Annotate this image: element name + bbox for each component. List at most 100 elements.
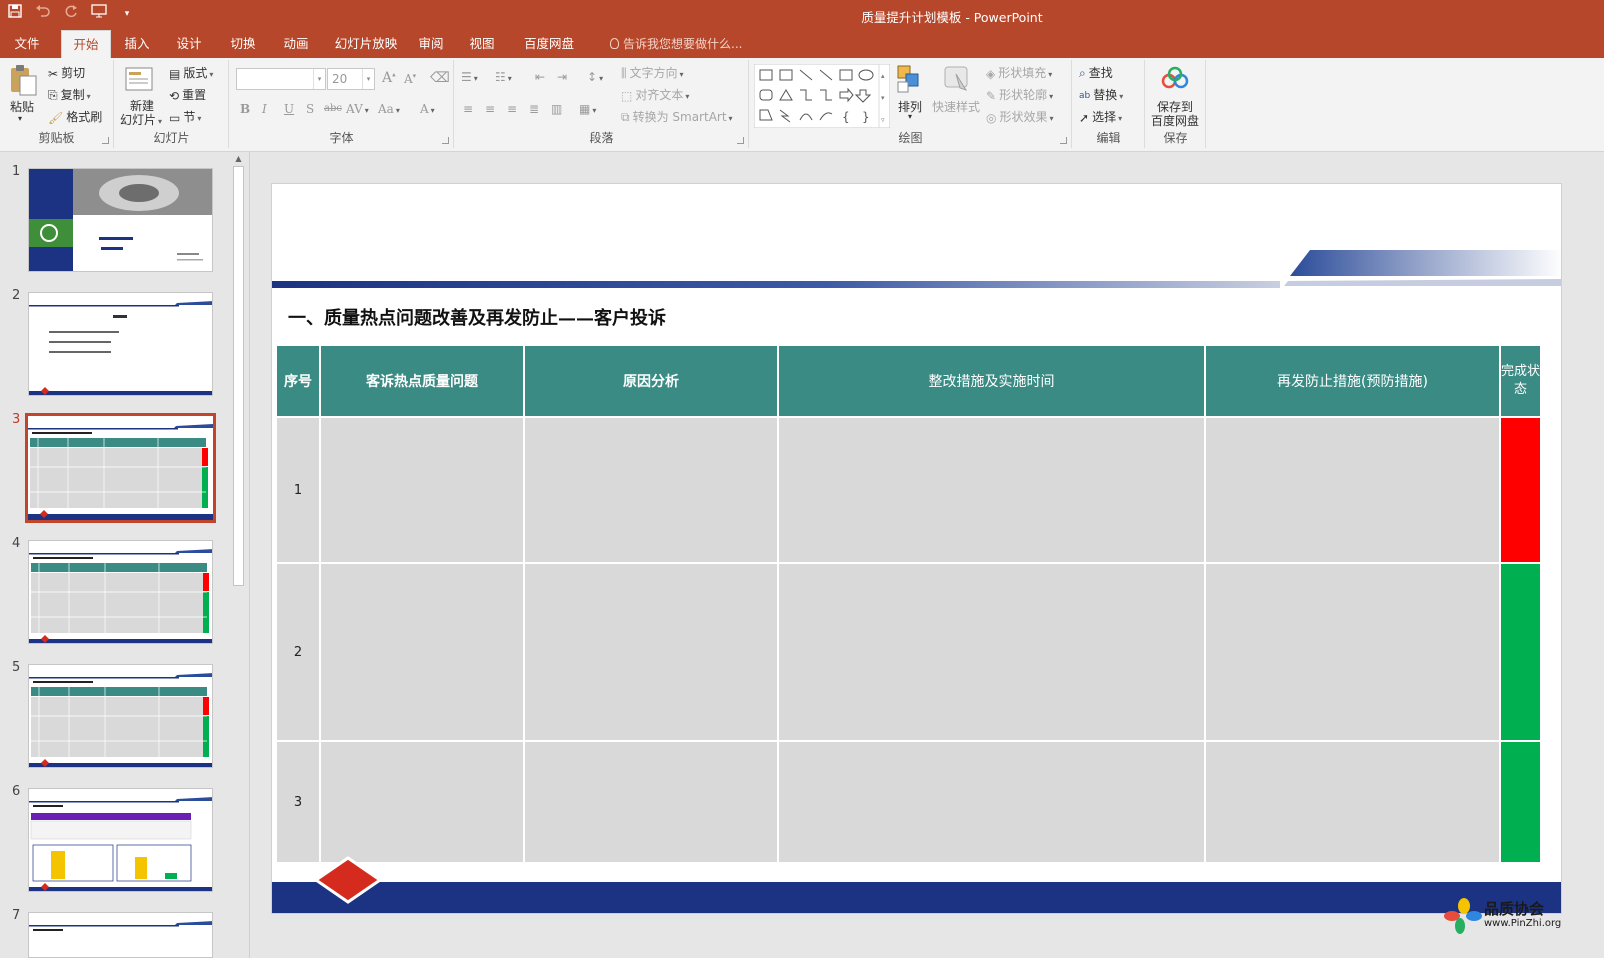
clipboard-launcher-icon[interactable] [102,137,109,144]
bold-button[interactable]: B [240,102,250,116]
tab-view[interactable]: 视图 [464,30,500,58]
select-button[interactable]: ➚ 选择 ▾ [1079,108,1122,125]
slide-thumbnail-2[interactable] [28,292,213,396]
slide-thumbnail-6[interactable] [28,788,213,892]
current-slide[interactable]: 一、质量热点问题改善及再发防止——客户投诉 序号 客诉热点质量问题 原因分析 整… [271,183,1562,914]
change-case-button[interactable]: Aa ▾ [378,102,400,116]
row-number[interactable]: 3 [277,742,319,862]
font-color-button[interactable]: A ▾ [420,102,435,116]
font-launcher-icon[interactable] [442,137,449,144]
header-cause[interactable]: 原因分析 [525,346,777,416]
status-cell[interactable] [1501,564,1540,740]
tab-review[interactable]: 审阅 [413,30,449,58]
slide-thumbnail-4[interactable] [28,540,213,644]
scroll-up-icon[interactable]: ▲ [233,154,244,164]
status-cell[interactable] [1501,418,1540,562]
slide-thumbnail-7[interactable] [28,912,213,958]
table-cell[interactable] [525,564,777,740]
cut-button[interactable]: ✂ 剪切 [48,64,85,81]
justify-icon[interactable]: ≣ [529,102,539,116]
table-cell[interactable] [779,742,1204,862]
convert-smartart-button[interactable]: ⧉ 转换为 SmartArt ▾ [621,108,733,125]
italic-button[interactable]: I [262,102,267,116]
line-spacing-icon[interactable]: ↕ ▾ [587,70,603,84]
table-cell[interactable] [1206,418,1499,562]
slide-title[interactable]: 一、质量热点问题改善及再发防止——客户投诉 [288,304,666,330]
tell-me-box[interactable]: 告诉我您想要做什么... [610,30,742,58]
table-cell[interactable] [321,742,523,862]
bullets-icon[interactable]: ☰ ▾ [461,70,478,84]
table-cell[interactable] [779,564,1204,740]
row-number[interactable]: 1 [277,418,319,562]
header-status[interactable]: 完成状态 [1501,346,1540,416]
columns-icon[interactable]: ▦ ▾ [579,102,596,116]
save-to-baidu-button[interactable]: 百度网盘 [1151,112,1199,129]
table-cell[interactable] [1206,564,1499,740]
header-corrective-action[interactable]: 整改措施及实施时间 [779,346,1204,416]
shapes-gallery[interactable]: {} ▴ ▾ ▿ [753,63,891,131]
quality-issue-table[interactable]: 序号 客诉热点质量问题 原因分析 整改措施及实施时间 再发防止措施(预防措施) … [275,344,1542,864]
shape-effects-button[interactable]: ◎ 形状效果 ▾ [986,108,1054,125]
font-size-combo[interactable]: 20 ▾ [327,68,375,90]
new-slide-button[interactable]: 幻灯片 ▾ [120,111,162,128]
drawing-launcher-icon[interactable] [1060,137,1067,144]
table-cell[interactable] [1206,742,1499,862]
underline-button[interactable]: U [284,102,294,116]
find-button[interactable]: ⌕ 查找 [1079,64,1113,81]
reset-button[interactable]: ⟲ 重置 [169,86,206,103]
table-cell[interactable] [779,418,1204,562]
paste-icon[interactable] [8,64,38,99]
paste-button[interactable]: 粘贴 [10,98,34,115]
tab-home[interactable]: 开始 [61,30,111,58]
clear-formatting-icon[interactable]: ⌫ [430,70,450,86]
strikethrough-button[interactable]: abc [324,103,342,114]
tab-transitions[interactable]: 切换 [222,30,264,58]
character-spacing-button[interactable]: AV ▾ [346,102,369,116]
new-slide-icon[interactable] [123,64,155,99]
tab-slideshow[interactable]: 幻灯片放映 [328,30,404,58]
table-cell[interactable] [525,418,777,562]
slide-thumbnail-5[interactable] [28,664,213,768]
align-text-button[interactable]: ⬚ 对齐文本 ▾ [621,86,689,103]
replace-button[interactable]: ab 替换 ▾ [1079,86,1123,103]
tab-baidu-netdisk[interactable]: 百度网盘 [516,30,582,58]
grow-font-button[interactable]: A▴ [382,70,396,86]
table-cell[interactable] [321,564,523,740]
quick-styles-button[interactable]: 快速样式 [932,98,980,115]
header-issue[interactable]: 客诉热点质量问题 [321,346,523,416]
tab-insert[interactable]: 插入 [116,30,158,58]
increase-indent-icon[interactable]: ⇥ [557,70,567,84]
paragraph-launcher-icon[interactable] [737,137,744,144]
table-cell[interactable] [525,742,777,862]
arrange-icon[interactable] [896,64,924,97]
baidu-cloud-icon[interactable] [1160,66,1190,95]
slide-thumbnail-1[interactable] [28,168,213,272]
align-left-icon[interactable]: ≡ [463,102,473,116]
tab-animations[interactable]: 动画 [275,30,317,58]
slide-thumbnail-3[interactable] [25,413,216,523]
row-number[interactable]: 2 [277,564,319,740]
align-right-icon[interactable]: ≡ [507,102,517,116]
layout-button[interactable]: ▤ 版式 ▾ [169,64,213,81]
header-prevention[interactable]: 再发防止措施(预防措施) [1206,346,1499,416]
section-button[interactable]: ▭ 节 ▾ [169,108,201,125]
format-painter-button[interactable]: 🖌 格式刷 [48,108,102,125]
text-direction-button[interactable]: ⫼ 文字方向 ▾ [621,64,684,81]
distributed-icon[interactable]: ▥ [551,102,562,116]
table-cell[interactable] [321,418,523,562]
shape-fill-button[interactable]: ◈ 形状填充 ▾ [986,64,1052,81]
paste-dropdown[interactable]: ▾ [18,114,22,123]
shrink-font-button[interactable]: A▾ [404,72,416,86]
shape-outline-button[interactable]: ✎ 形状轮廓 ▾ [986,86,1053,103]
quick-styles-icon[interactable] [942,64,972,97]
tab-file[interactable]: 文件 [6,30,48,58]
numbering-icon[interactable]: ☷ ▾ [495,70,512,84]
header-no[interactable]: 序号 [277,346,319,416]
align-center-icon[interactable]: ≡ [485,102,495,116]
status-cell[interactable] [1501,742,1540,862]
decrease-indent-icon[interactable]: ⇤ [535,70,545,84]
tab-design[interactable]: 设计 [168,30,210,58]
thumbnail-scrollbar[interactable]: ▲ [231,152,246,958]
font-name-combo[interactable]: ▾ [236,68,326,90]
copy-button[interactable]: ⎘ 复制 ▾ [48,86,91,103]
